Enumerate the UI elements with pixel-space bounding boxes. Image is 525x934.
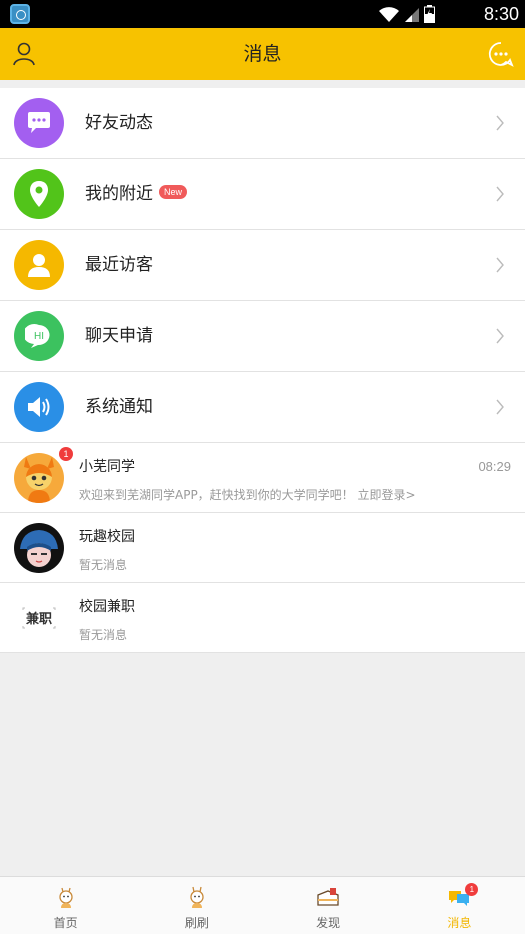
swipe-tab-icon [190, 886, 204, 908]
hi-bubble-icon: HI [14, 311, 64, 361]
app-notification-icon [10, 4, 30, 24]
tab-label: 消息 [447, 916, 472, 930]
conversation-item[interactable]: 玩趣校园 暂无消息 [0, 513, 525, 583]
person-icon [14, 240, 64, 290]
menu-item-nearby[interactable]: 我的附近 New [0, 159, 525, 230]
tab-home[interactable]: 首页 [0, 877, 131, 934]
chat-bubble-icon [14, 98, 64, 148]
clock: 8:30 [483, 4, 519, 24]
message-list: 好友动态 我的附近 New 最近访客 HI 聊天申请 系统通知 1 小芜同学 欢… [0, 88, 525, 653]
signal-icon [405, 8, 419, 22]
conversation-item[interactable]: 兼职 校园兼职 暂无消息 [0, 583, 525, 653]
location-pin-icon [14, 169, 64, 219]
new-chat-icon[interactable] [487, 40, 515, 68]
status-icons [378, 5, 435, 23]
conversation-item[interactable]: 1 小芜同学 欢迎来到芜湖同学APP，赶快找到你的大学同学吧！ 立即登录> 08… [0, 443, 525, 513]
conversation-name: 校园兼职 [79, 599, 135, 615]
chevron-right-icon [496, 257, 504, 273]
avatar: 兼职 [14, 593, 64, 643]
tab-messages[interactable]: 1 消息 [394, 877, 525, 934]
menu-item-label: 系统通知 [85, 397, 153, 417]
conversation-preview: 欢迎来到芜湖同学APP，赶快找到你的大学同学吧！ 立即登录> [79, 488, 416, 502]
svg-text:HI: HI [34, 331, 44, 342]
tab-swipe[interactable]: 刷刷 [131, 877, 262, 934]
avatar [14, 523, 64, 573]
page-title: 消息 [243, 43, 282, 65]
tab-unread-badge: 1 [465, 883, 479, 896]
app-header: 消息 [0, 28, 525, 80]
wifi-icon [379, 7, 399, 22]
conversation-preview: 暂无消息 [79, 558, 128, 572]
svg-text:兼职: 兼职 [26, 611, 52, 627]
tab-label: 刷刷 [184, 916, 209, 930]
chevron-right-icon [496, 399, 504, 415]
speaker-icon [14, 382, 64, 432]
discover-tab-icon [317, 888, 339, 906]
home-tab-icon [58, 887, 73, 908]
menu-item-recent-visitors[interactable]: 最近访客 [0, 230, 525, 301]
status-bar: 8:30 [0, 0, 525, 28]
section-divider [0, 80, 525, 88]
avatar [14, 453, 64, 503]
conversation-name: 玩趣校园 [79, 529, 135, 545]
tab-label: 首页 [53, 916, 78, 930]
chevron-right-icon [496, 186, 504, 202]
menu-item-chat-requests[interactable]: HI 聊天申请 [0, 301, 525, 372]
tab-discover[interactable]: 发现 [263, 877, 394, 934]
new-badge: New [159, 185, 188, 199]
chevron-right-icon [496, 328, 504, 344]
battery-icon [424, 5, 435, 23]
conversation-name: 小芜同学 [79, 459, 135, 475]
menu-item-label: 我的附近 New [85, 159, 188, 230]
conversation-preview: 暂无消息 [79, 628, 128, 642]
menu-item-system-notices[interactable]: 系统通知 [0, 372, 525, 443]
menu-item-friend-feed[interactable]: 好友动态 [0, 88, 525, 159]
menu-item-label: 最近访客 [85, 255, 153, 275]
menu-item-label: 聊天申请 [85, 326, 153, 346]
bottom-tab-bar: 首页 刷刷 发现 1 消息 [0, 876, 525, 934]
tab-label: 发现 [316, 916, 341, 930]
conversation-time: 08:29 [478, 459, 511, 474]
unread-badge: 1 [59, 447, 73, 461]
menu-item-label: 好友动态 [85, 113, 153, 133]
chevron-right-icon [496, 115, 504, 131]
